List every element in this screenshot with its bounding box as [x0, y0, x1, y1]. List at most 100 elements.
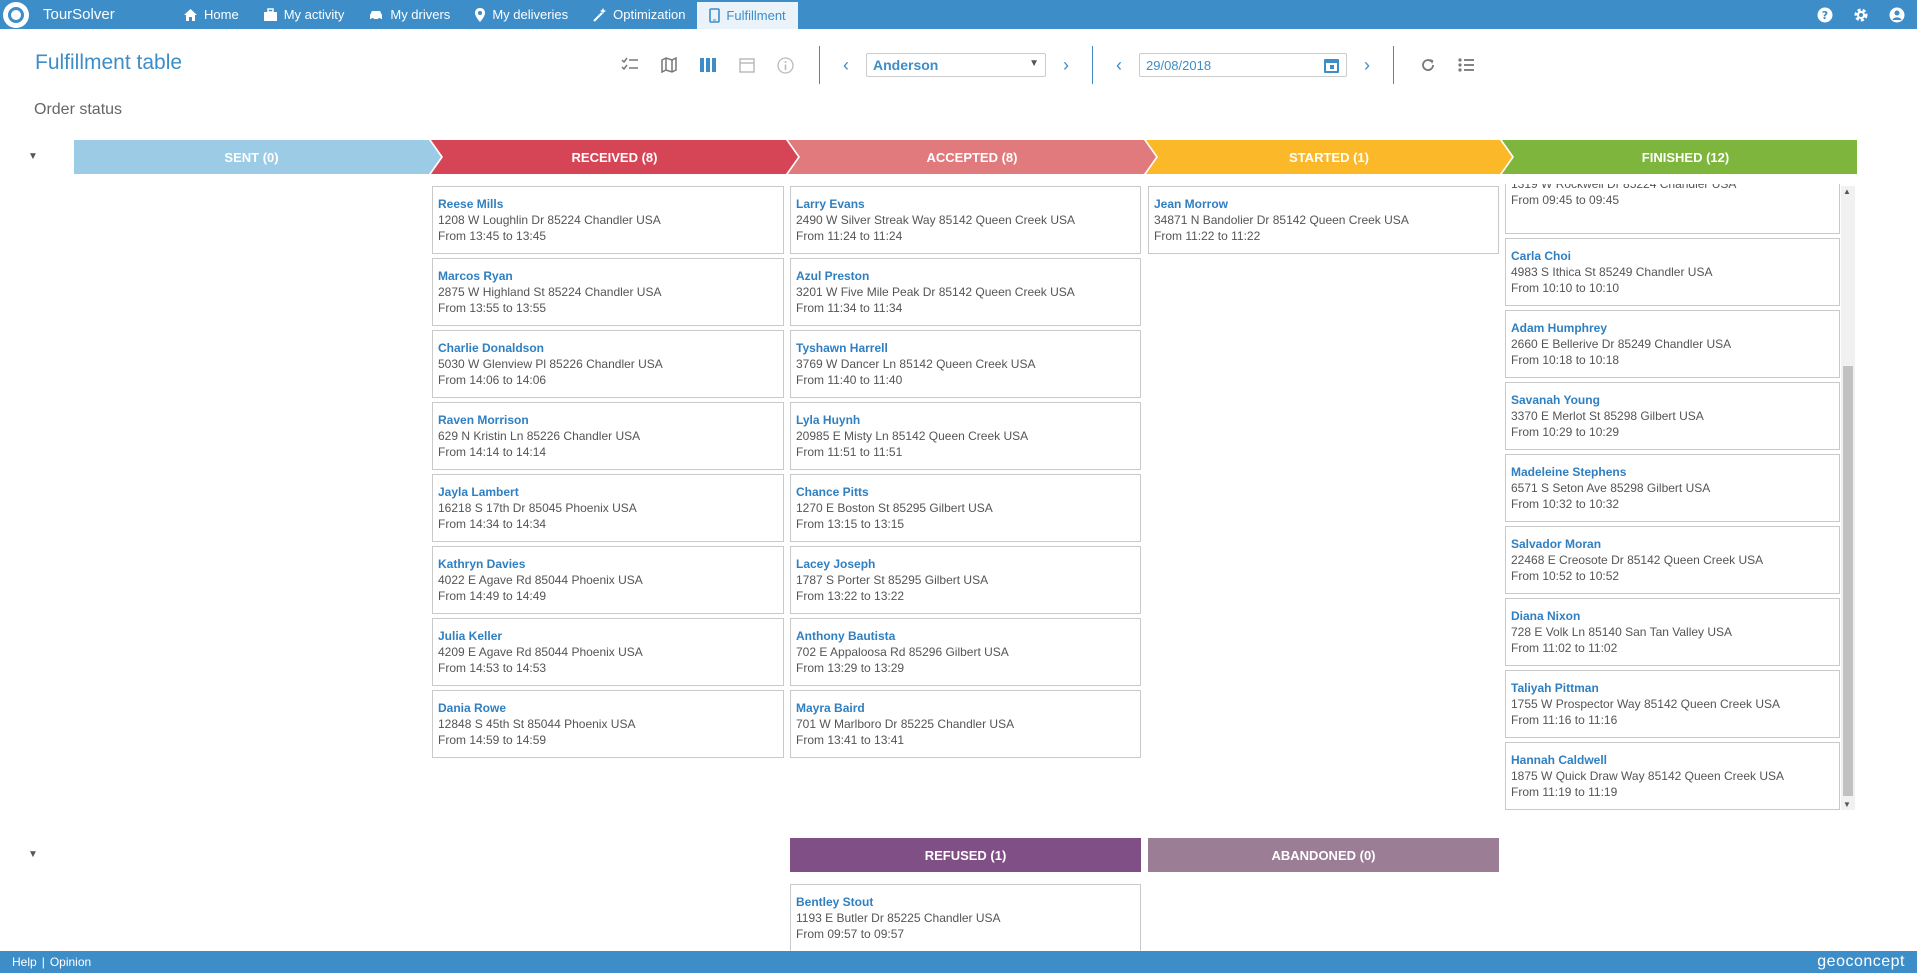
order-card[interactable]: Bentley Stout 1193 E Butler Dr 85225 Chan…: [790, 884, 1141, 952]
order-name[interactable]: Marcos Ryan: [438, 268, 778, 284]
order-card[interactable]: Kathryn Davies 4022 E Agave Rd 85044 Phoe…: [432, 546, 784, 614]
order-name[interactable]: Salvador Moran: [1511, 536, 1834, 552]
order-time: From 13:41 to 13:41: [796, 733, 905, 747]
order-card[interactable]: Marcos Ryan 2875 W Highland St 85224 Chan…: [432, 258, 784, 326]
order-name[interactable]: Anthony Bautista: [796, 628, 1135, 644]
order-card[interactable]: Mayra Baird 701 W Marlboro Dr 85225 Chand…: [790, 690, 1141, 758]
order-card[interactable]: Taliyah Pittman 1755 W Prospector Way 851…: [1505, 670, 1840, 738]
scrollbar-thumb[interactable]: [1843, 366, 1853, 796]
order-card[interactable]: Charlie Donaldson 5030 W Glenview Pl 8522…: [432, 330, 784, 398]
order-name[interactable]: Carla Choi: [1511, 248, 1834, 264]
order-card[interactable]: Raven Morrison 629 N Kristin Ln 85226 Cha…: [432, 402, 784, 470]
finished-scrollbar[interactable]: ▲ ▼: [1841, 186, 1855, 810]
status-received[interactable]: RECEIVED (8): [443, 140, 786, 174]
status-refused[interactable]: REFUSED (1): [790, 838, 1141, 872]
order-name[interactable]: Raven Morrison: [438, 412, 778, 428]
status-finished[interactable]: FINISHED (12): [1514, 140, 1857, 174]
status-started[interactable]: STARTED (1): [1158, 140, 1500, 174]
order-card[interactable]: Tyshawn Harrell 3769 W Dancer Ln 85142 Qu…: [790, 330, 1141, 398]
order-address: 702 E Appaloosa Rd 85296 Gilbert USA: [796, 645, 1009, 659]
order-address: 4983 S Ithica St 85249 Chandler USA: [1511, 265, 1713, 279]
order-card[interactable]: Anthony Bautista 702 E Appaloosa Rd 85296…: [790, 618, 1141, 686]
order-card[interactable]: Madeleine Stephens 6571 S Seton Ave 85298…: [1505, 454, 1840, 522]
order-time: From 10:32 to 10:32: [1511, 497, 1620, 511]
order-address: 5030 W Glenview Pl 85226 Chandler USA: [438, 357, 663, 371]
status-abandoned[interactable]: ABANDONED (0): [1148, 838, 1499, 872]
order-name[interactable]: Hannah Caldwell: [1511, 752, 1834, 768]
order-card[interactable]: Jean Morrow 34871 N Bandolier Dr 85142 Qu…: [1148, 186, 1499, 254]
order-address: 34871 N Bandolier Dr 85142 Queen Creek U…: [1154, 213, 1409, 227]
footer-separator: |: [41, 955, 45, 969]
footer: Help | Opinion geoconcept: [0, 951, 1917, 973]
order-name[interactable]: Charlie Donaldson: [438, 340, 778, 356]
order-card[interactable]: Hannah Caldwell 1875 W Quick Draw Way 851…: [1505, 742, 1840, 810]
order-card[interactable]: Lacey Joseph 1787 S Porter St 85295 Gilbe…: [790, 546, 1141, 614]
order-name[interactable]: Chance Pitts: [796, 484, 1135, 500]
order-name[interactable]: Julia Keller: [438, 628, 778, 644]
order-address: 1270 E Boston St 85295 Gilbert USA: [796, 501, 993, 515]
order-time: From 14:14 to 14:14: [438, 445, 547, 459]
order-card[interactable]: Chance Pitts 1270 E Boston St 85295 Gilbe…: [790, 474, 1141, 542]
status-abandoned-label: ABANDONED (0): [1271, 847, 1376, 863]
order-time: From 11:22 to 11:22: [1154, 229, 1261, 243]
order-address: 4022 E Agave Rd 85044 Phoenix USA: [438, 573, 643, 587]
order-card[interactable]: Salvador Moran 22468 E Creosote Dr 85142 …: [1505, 526, 1840, 594]
order-card[interactable]: Carla Choi 4983 S Ithica St 85249 Chandle…: [1505, 238, 1840, 306]
order-time: From 11:24 to 11:24: [796, 229, 903, 243]
finished-column: 1319 W Rockwell Dr 85224 Chandler USA Fro…: [1504, 184, 1857, 810]
footer-opinion-link[interactable]: Opinion: [50, 955, 91, 969]
order-time: From 10:29 to 10:29: [1511, 425, 1620, 439]
order-time: From 14:34 to 14:34: [438, 517, 547, 531]
order-name[interactable]: Tyshawn Harrell: [796, 340, 1135, 356]
scroll-down-icon[interactable]: ▼: [1843, 800, 1851, 809]
status-started-label: STARTED (1): [1289, 149, 1369, 165]
order-card[interactable]: 1319 W Rockwell Dr 85224 Chandler USA Fro…: [1505, 184, 1840, 234]
order-name[interactable]: Jean Morrow: [1154, 196, 1493, 212]
order-address: 6571 S Seton Ave 85298 Gilbert USA: [1511, 481, 1711, 495]
order-name[interactable]: Adam Humphrey: [1511, 320, 1834, 336]
order-name[interactable]: Mayra Baird: [796, 700, 1135, 716]
order-card[interactable]: Dania Rowe 12848 S 45th St 85044 Phoenix …: [432, 690, 784, 758]
order-name[interactable]: Taliyah Pittman: [1511, 680, 1834, 696]
order-card[interactable]: Azul Preston 3201 W Five Mile Peak Dr 851…: [790, 258, 1141, 326]
status-finished-label: FINISHED (12): [1641, 149, 1730, 165]
order-name[interactable]: Diana Nixon: [1511, 608, 1834, 624]
order-card[interactable]: Julia Keller 4209 E Agave Rd 85044 Phoeni…: [432, 618, 784, 686]
order-name[interactable]: Azul Preston: [796, 268, 1135, 284]
order-card[interactable]: Reese Mills 1208 W Loughlin Dr 85224 Chan…: [432, 186, 784, 254]
order-name[interactable]: Madeleine Stephens: [1511, 464, 1834, 480]
geoconcept-logo: geoconcept: [1817, 953, 1905, 970]
order-name[interactable]: Jayla Lambert: [438, 484, 778, 500]
status-sent-label: SENT (0): [224, 149, 279, 165]
scroll-up-icon[interactable]: ▲: [1843, 187, 1851, 196]
order-name[interactable]: Kathryn Davies: [438, 556, 778, 572]
order-name[interactable]: Dania Rowe: [438, 700, 778, 716]
status-accepted-label: ACCEPTED (8): [926, 149, 1018, 165]
order-address: 16218 S 17th Dr 85045 Phoenix USA: [438, 501, 637, 515]
order-card[interactable]: Larry Evans 2490 W Silver Streak Way 8514…: [790, 186, 1141, 254]
order-card[interactable]: Lyla Huynh 20985 E Misty Ln 85142 Queen C…: [790, 402, 1141, 470]
order-name[interactable]: Larry Evans: [796, 196, 1135, 212]
order-card[interactable]: Adam Humphrey 2660 E Bellerive Dr 85249 C…: [1505, 310, 1840, 378]
order-address: 20985 E Misty Ln 85142 Queen Creek USA: [796, 429, 1029, 443]
status-accepted[interactable]: ACCEPTED (8): [800, 140, 1144, 174]
order-time: From 13:22 to 13:22: [796, 589, 905, 603]
order-time: From 13:45 to 13:45: [438, 229, 547, 243]
order-name[interactable]: Reese Mills: [438, 196, 778, 212]
order-card[interactable]: Jayla Lambert 16218 S 17th Dr 85045 Phoen…: [432, 474, 784, 542]
order-time: From 11:19 to 11:19: [1511, 785, 1618, 799]
order-name[interactable]: Lyla Huynh: [796, 412, 1135, 428]
order-name[interactable]: Savanah Young: [1511, 392, 1834, 408]
order-name[interactable]: Lacey Joseph: [796, 556, 1135, 572]
order-name[interactable]: Bentley Stout: [796, 894, 1135, 910]
order-time: From 09:57 to 09:57: [796, 927, 905, 941]
order-address: 12848 S 45th St 85044 Phoenix USA: [438, 717, 636, 731]
order-address: 2875 W Highland St 85224 Chandler USA: [438, 285, 662, 299]
order-address: 1755 W Prospector Way 85142 Queen Creek …: [1511, 697, 1781, 711]
status-refused-label: REFUSED (1): [924, 847, 1007, 863]
order-time: From 11:16 to 11:16: [1511, 713, 1618, 727]
status-sent[interactable]: SENT (0): [74, 140, 429, 174]
order-card[interactable]: Savanah Young 3370 E Merlot St 85298 Gilb…: [1505, 382, 1840, 450]
order-card[interactable]: Diana Nixon 728 E Volk Ln 85140 San Tan V…: [1505, 598, 1840, 666]
footer-help-link[interactable]: Help: [12, 955, 37, 969]
